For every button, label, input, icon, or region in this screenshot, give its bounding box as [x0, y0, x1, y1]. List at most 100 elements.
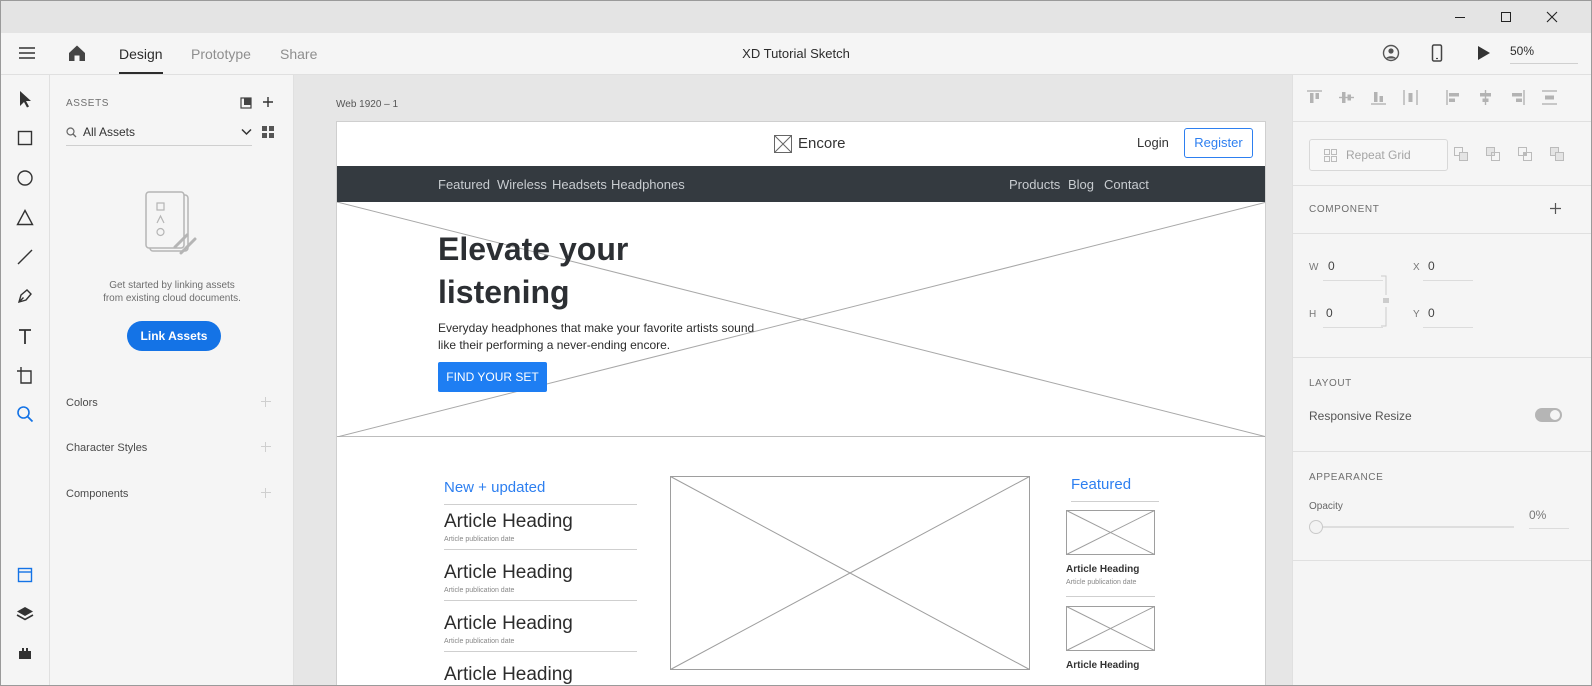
featured-article-heading-2[interactable]: Article Heading: [1066, 660, 1139, 671]
article-heading-2[interactable]: Article Heading: [444, 562, 573, 584]
x-input[interactable]: 0: [1428, 259, 1435, 273]
align-bottom-icon: [1371, 92, 1386, 105]
select-tool-icon[interactable]: [13, 87, 37, 111]
open-libraries-icon[interactable]: [240, 96, 252, 114]
responsive-resize-label: Responsive Resize: [1309, 409, 1412, 423]
repeat-grid-button[interactable]: Repeat Grid: [1309, 139, 1448, 171]
close-icon[interactable]: [1529, 1, 1575, 33]
assets-empty-message-line-1: Get started by linking assets: [109, 280, 235, 291]
appearance-label: APPEARANCE: [1309, 472, 1384, 483]
assets-section-colors[interactable]: Colors: [66, 397, 98, 409]
find-your-set-button[interactable]: FIND YOUR SET: [438, 362, 547, 392]
zoom-tool-icon[interactable]: [13, 402, 37, 426]
new-updated-heading: New + updated: [444, 479, 546, 496]
opacity-label: Opacity: [1309, 501, 1343, 512]
article-heading-4[interactable]: Article Heading: [444, 664, 573, 685]
divider: [1071, 501, 1159, 502]
layout-label: LAYOUT: [1309, 378, 1352, 389]
height-input[interactable]: 0: [1326, 306, 1333, 320]
nav-headphones[interactable]: Headphones: [611, 177, 685, 192]
x-label: X: [1413, 262, 1420, 273]
opacity-value-underline: [1529, 528, 1569, 529]
line-tool-icon[interactable]: [13, 245, 37, 269]
boolean-ops-group: [1454, 147, 1564, 161]
design-canvas[interactable]: Web 1920 – 1 Encore Login Register Featu…: [294, 75, 1292, 685]
opacity-slider-handle[interactable]: [1309, 520, 1323, 534]
document-title: XD Tutorial Sketch: [742, 46, 850, 61]
link-assets-button[interactable]: Link Assets: [127, 321, 221, 351]
app-top-bar: Design Prototype Share XD Tutorial Sketc…: [1, 33, 1591, 75]
opacity-slider-track[interactable]: [1317, 526, 1514, 528]
play-preview-icon[interactable]: [1477, 45, 1491, 66]
component-label: COMPONENT: [1309, 204, 1380, 215]
assets-section-character-styles[interactable]: Character Styles: [66, 442, 147, 454]
assets-filter-field[interactable]: All Assets: [66, 124, 252, 146]
assets-panel-icon[interactable]: [13, 563, 37, 587]
plugins-panel-icon[interactable]: [13, 641, 37, 665]
chevron-down-icon: [241, 128, 252, 136]
article-date-1: Article publication date: [444, 536, 515, 543]
nav-featured[interactable]: Featured: [438, 177, 490, 192]
tool-bar: [1, 75, 50, 685]
artboard-tool-icon[interactable]: [13, 363, 37, 387]
add-character-style-icon[interactable]: [261, 442, 271, 452]
property-inspector: Repeat Grid COMPONENT W 0 H 0 X 0 Y 0 LA…: [1292, 75, 1591, 685]
layers-panel-icon[interactable]: [13, 602, 37, 626]
y-input[interactable]: 0: [1428, 306, 1435, 320]
add-asset-icon[interactable]: [262, 95, 274, 113]
x-input-underline: [1423, 280, 1473, 281]
artboard-label[interactable]: Web 1920 – 1: [336, 99, 398, 110]
hero-title-line-2: listening: [438, 274, 570, 310]
article-heading-1[interactable]: Article Heading: [444, 511, 573, 533]
appearance-section: APPEARANCE Opacity 0%: [1293, 451, 1591, 561]
polygon-tool-icon[interactable]: [13, 205, 37, 229]
nav-headsets[interactable]: Headsets: [552, 177, 607, 192]
site-nav: Featured Wireless Headsets Headphones Pr…: [337, 166, 1265, 202]
article-date-2: Article publication date: [444, 587, 515, 594]
add-color-icon[interactable]: [261, 397, 271, 407]
lock-aspect-icon[interactable]: [1380, 275, 1392, 332]
width-input[interactable]: 0: [1328, 259, 1335, 273]
ellipse-tool-icon[interactable]: [13, 166, 37, 190]
align-right-icon: [1512, 90, 1525, 105]
align-center-icon: [1480, 90, 1491, 105]
artboard-web-1920[interactable]: Encore Login Register Featured Wireless …: [336, 121, 1266, 685]
pen-tool-icon[interactable]: [13, 284, 37, 308]
register-button[interactable]: Register: [1184, 128, 1253, 158]
boolean-add-icon: [1454, 147, 1468, 161]
opacity-value[interactable]: 0%: [1529, 508, 1546, 522]
maximize-icon[interactable]: [1483, 1, 1529, 33]
boolean-intersect-icon: [1518, 147, 1532, 161]
featured-article-heading-1[interactable]: Article Heading: [1066, 564, 1139, 575]
distribute-vertical-icon: [1403, 90, 1418, 105]
minimize-icon[interactable]: [1437, 1, 1483, 33]
nav-contact[interactable]: Contact: [1104, 177, 1149, 192]
assets-empty-message: Get started by linking assets from exist…: [50, 279, 294, 305]
responsive-resize-toggle[interactable]: [1535, 408, 1562, 422]
width-label: W: [1309, 262, 1319, 273]
article-heading-3[interactable]: Article Heading: [444, 613, 573, 635]
assets-empty-message-line-2: from existing cloud documents.: [103, 293, 241, 304]
assets-section-components[interactable]: Components: [66, 488, 128, 500]
boolean-subtract-icon: [1486, 147, 1500, 161]
hero-title: Elevate your listening: [438, 228, 628, 314]
nav-products[interactable]: Products: [1009, 177, 1060, 192]
repeat-grid-icon: [1324, 149, 1337, 162]
y-input-underline: [1423, 327, 1473, 328]
add-component-icon[interactable]: [261, 488, 271, 498]
assets-panel: ASSETS All Assets Get started by linking…: [50, 75, 294, 685]
repeat-grid-section: Repeat Grid: [1293, 121, 1591, 185]
grid-view-icon[interactable]: [262, 125, 274, 143]
align-left-icon: [1446, 90, 1459, 105]
nav-blog[interactable]: Blog: [1068, 177, 1094, 192]
nav-wireless[interactable]: Wireless: [497, 177, 547, 192]
user-account-icon[interactable]: [1382, 44, 1400, 67]
login-link[interactable]: Login: [1137, 135, 1169, 150]
zoom-level[interactable]: 50%: [1510, 44, 1534, 58]
mobile-preview-icon[interactable]: [1431, 44, 1443, 67]
hero-section: Elevate your listening Everyday headphon…: [337, 202, 1265, 437]
distribute-horizontal-icon: [1542, 90, 1557, 105]
rectangle-tool-icon[interactable]: [13, 126, 37, 150]
text-tool-icon[interactable]: [13, 324, 37, 348]
title-bar: [1, 1, 1591, 33]
